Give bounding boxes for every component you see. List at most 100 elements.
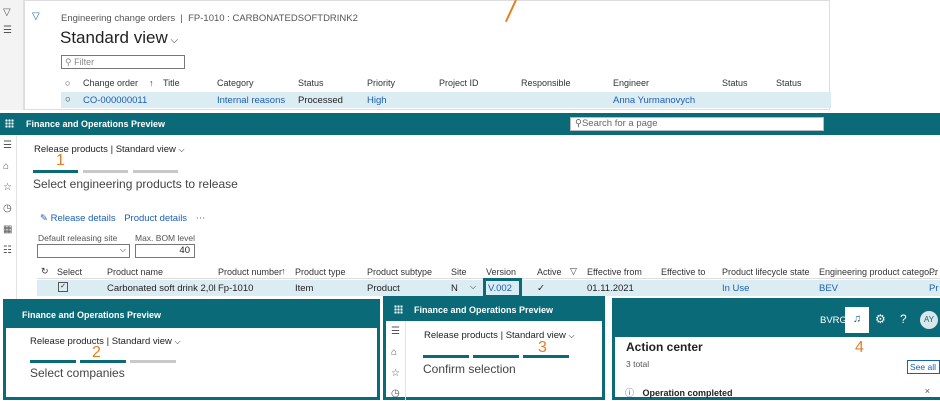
row-radio[interactable]: ○	[65, 94, 71, 105]
help-icon[interactable]: ?	[900, 312, 907, 326]
hamburger-icon[interactable]: ☰	[3, 141, 13, 151]
product-type-value: Item	[295, 283, 314, 294]
wizard-tab-1[interactable]	[423, 355, 469, 358]
col-engineer[interactable]: Engineer	[613, 78, 649, 88]
row-checkbox[interactable]: ✓	[58, 282, 68, 292]
site-value[interactable]: N	[451, 283, 458, 294]
version-link[interactable]: V.002	[483, 278, 522, 298]
select-all-radio[interactable]: ○	[65, 78, 70, 88]
waffle-icon[interactable]	[394, 305, 403, 317]
wizard-tab-2[interactable]	[80, 360, 126, 363]
notification-item[interactable]: ⓘ Operation completed ×	[625, 386, 940, 400]
see-all-button[interactable]: See all	[907, 360, 940, 374]
search-icon: ⚲	[575, 118, 582, 129]
product-details-button[interactable]: Product details	[124, 213, 187, 224]
more-button[interactable]: ⋯	[196, 213, 206, 224]
wizard-tab-2[interactable]	[83, 170, 128, 173]
refresh-icon[interactable]: ↻	[41, 266, 49, 277]
gear-icon[interactable]: ⚙	[875, 312, 886, 326]
wizard-tab-3[interactable]	[133, 170, 178, 173]
product-number-value: Fp-1010	[218, 283, 254, 294]
star-icon[interactable]: ☆	[3, 183, 13, 193]
col-lifecycle-state[interactable]: Product lifecycle state	[722, 267, 810, 277]
view-selector[interactable]: Standard view	[506, 330, 566, 341]
site-dropdown[interactable]: ⌵	[37, 244, 130, 258]
panel4-title-bar: BVRG ♫ ⚙ ? AY	[615, 301, 940, 337]
home-icon[interactable]: ⌂	[3, 162, 13, 172]
category-link[interactable]: BEV	[819, 283, 838, 294]
panel3-title-bar: Finance and Operations Preview	[386, 299, 602, 321]
col-version[interactable]: Version	[486, 267, 516, 277]
wizard-tab-3[interactable]	[523, 355, 569, 358]
wizard-tab-3[interactable]	[130, 360, 176, 363]
col-status[interactable]: Status	[298, 78, 324, 88]
col-product-name[interactable]: Product name	[107, 267, 163, 277]
col-pr[interactable]: Pr	[929, 267, 938, 277]
col-project-id[interactable]: Project ID	[439, 78, 479, 88]
view-title[interactable]: Standard view ⌵	[60, 28, 178, 48]
lifecycle-link[interactable]: In Use	[722, 283, 749, 294]
col-eng-category[interactable]: Engineering product catego...	[819, 267, 937, 277]
pencil-icon: ✎	[40, 213, 48, 224]
clock-icon[interactable]: ◷	[391, 389, 401, 399]
list-icon[interactable]: ☰	[3, 26, 13, 36]
col-active[interactable]: Active	[537, 267, 562, 277]
home-icon[interactable]: ⌂	[391, 348, 401, 358]
col-change-order[interactable]: Change order	[83, 78, 138, 88]
main-grid-header: ↻ Select Product name Product number ↑ P…	[37, 265, 940, 279]
col-product-type[interactable]: Product type	[295, 267, 346, 277]
col-select[interactable]: Select	[57, 267, 82, 277]
table-row[interactable]: ✓ Carbonated soft drink 2,0l Fp-1010 Ite…	[37, 278, 940, 298]
col-status-2[interactable]: Status	[722, 78, 748, 88]
funnel-icon[interactable]: ▽	[32, 11, 40, 22]
notification-text: Operation completed	[642, 388, 733, 398]
col-title[interactable]: Title	[163, 78, 180, 88]
wizard-tab-1[interactable]	[33, 170, 78, 173]
release-details-button[interactable]: Release details	[51, 213, 116, 224]
col-responsible[interactable]: Responsible	[521, 78, 571, 88]
bom-level-input[interactable]: 40	[135, 244, 195, 258]
col-effective-to[interactable]: Effective to	[661, 267, 705, 277]
breadcrumb-page[interactable]: Release products	[34, 144, 108, 155]
breadcrumb-page[interactable]: Release products	[424, 330, 498, 341]
filter-icon[interactable]: ▽	[3, 8, 13, 18]
change-order-link[interactable]: CO-000000011	[83, 95, 147, 106]
step-title: Confirm selection	[423, 362, 516, 376]
effective-from-value: 01.11.2021	[587, 283, 634, 294]
product-name-value: Carbonated soft drink 2,0l	[107, 283, 216, 294]
hamburger-icon[interactable]: ☰	[391, 327, 401, 337]
sort-arrow-icon: ↑	[149, 78, 154, 88]
panel2-title-bar: Finance and Operations Preview	[6, 302, 377, 328]
engineer-link[interactable]: Anna Yurmanovych	[613, 95, 695, 106]
bell-icon[interactable]: ♫	[845, 307, 869, 333]
filter-input[interactable]: ⚲ Filter	[61, 55, 185, 69]
pr-link[interactable]: Pr	[929, 283, 939, 294]
col-site[interactable]: Site	[451, 267, 467, 277]
star-icon[interactable]: ☆	[391, 369, 401, 379]
chevron-down-icon[interactable]: ⌵	[470, 282, 476, 292]
col-effective-from[interactable]: Effective from	[587, 267, 642, 277]
wizard-tab-2[interactable]	[473, 355, 519, 358]
view-selector[interactable]: Standard view	[112, 336, 172, 347]
panel-confirm-selection: Finance and Operations Preview ☰ ⌂ ☆ ◷ R…	[383, 296, 605, 401]
col-product-number[interactable]: Product number	[218, 267, 282, 277]
wizard-tab-1[interactable]	[30, 360, 76, 363]
col-category[interactable]: Category	[217, 78, 254, 88]
avatar[interactable]: AY	[920, 311, 938, 329]
table-row[interactable]: ○ CO-000000011 Internal reasons Processe…	[61, 92, 831, 108]
info-icon: ⓘ	[625, 388, 635, 398]
col-priority[interactable]: Priority	[367, 78, 395, 88]
chevron-down-icon: ⌵	[178, 145, 185, 154]
close-icon[interactable]: ×	[925, 386, 930, 396]
view-selector[interactable]: Standard view	[116, 144, 176, 155]
modules-icon[interactable]: ☷	[3, 246, 13, 256]
funnel-icon[interactable]: ▽	[570, 266, 577, 277]
col-product-subtype[interactable]: Product subtype	[367, 267, 432, 277]
workspace-icon[interactable]: ▦	[3, 225, 13, 235]
search-input[interactable]: ⚲Search for a page	[570, 117, 824, 131]
waffle-icon[interactable]	[5, 119, 14, 131]
company-selector[interactable]: BVRG	[820, 315, 847, 326]
app-name: Finance and Operations Preview	[22, 310, 162, 320]
col-status-3[interactable]: Status	[776, 78, 802, 88]
clock-icon[interactable]: ◷	[3, 204, 13, 214]
